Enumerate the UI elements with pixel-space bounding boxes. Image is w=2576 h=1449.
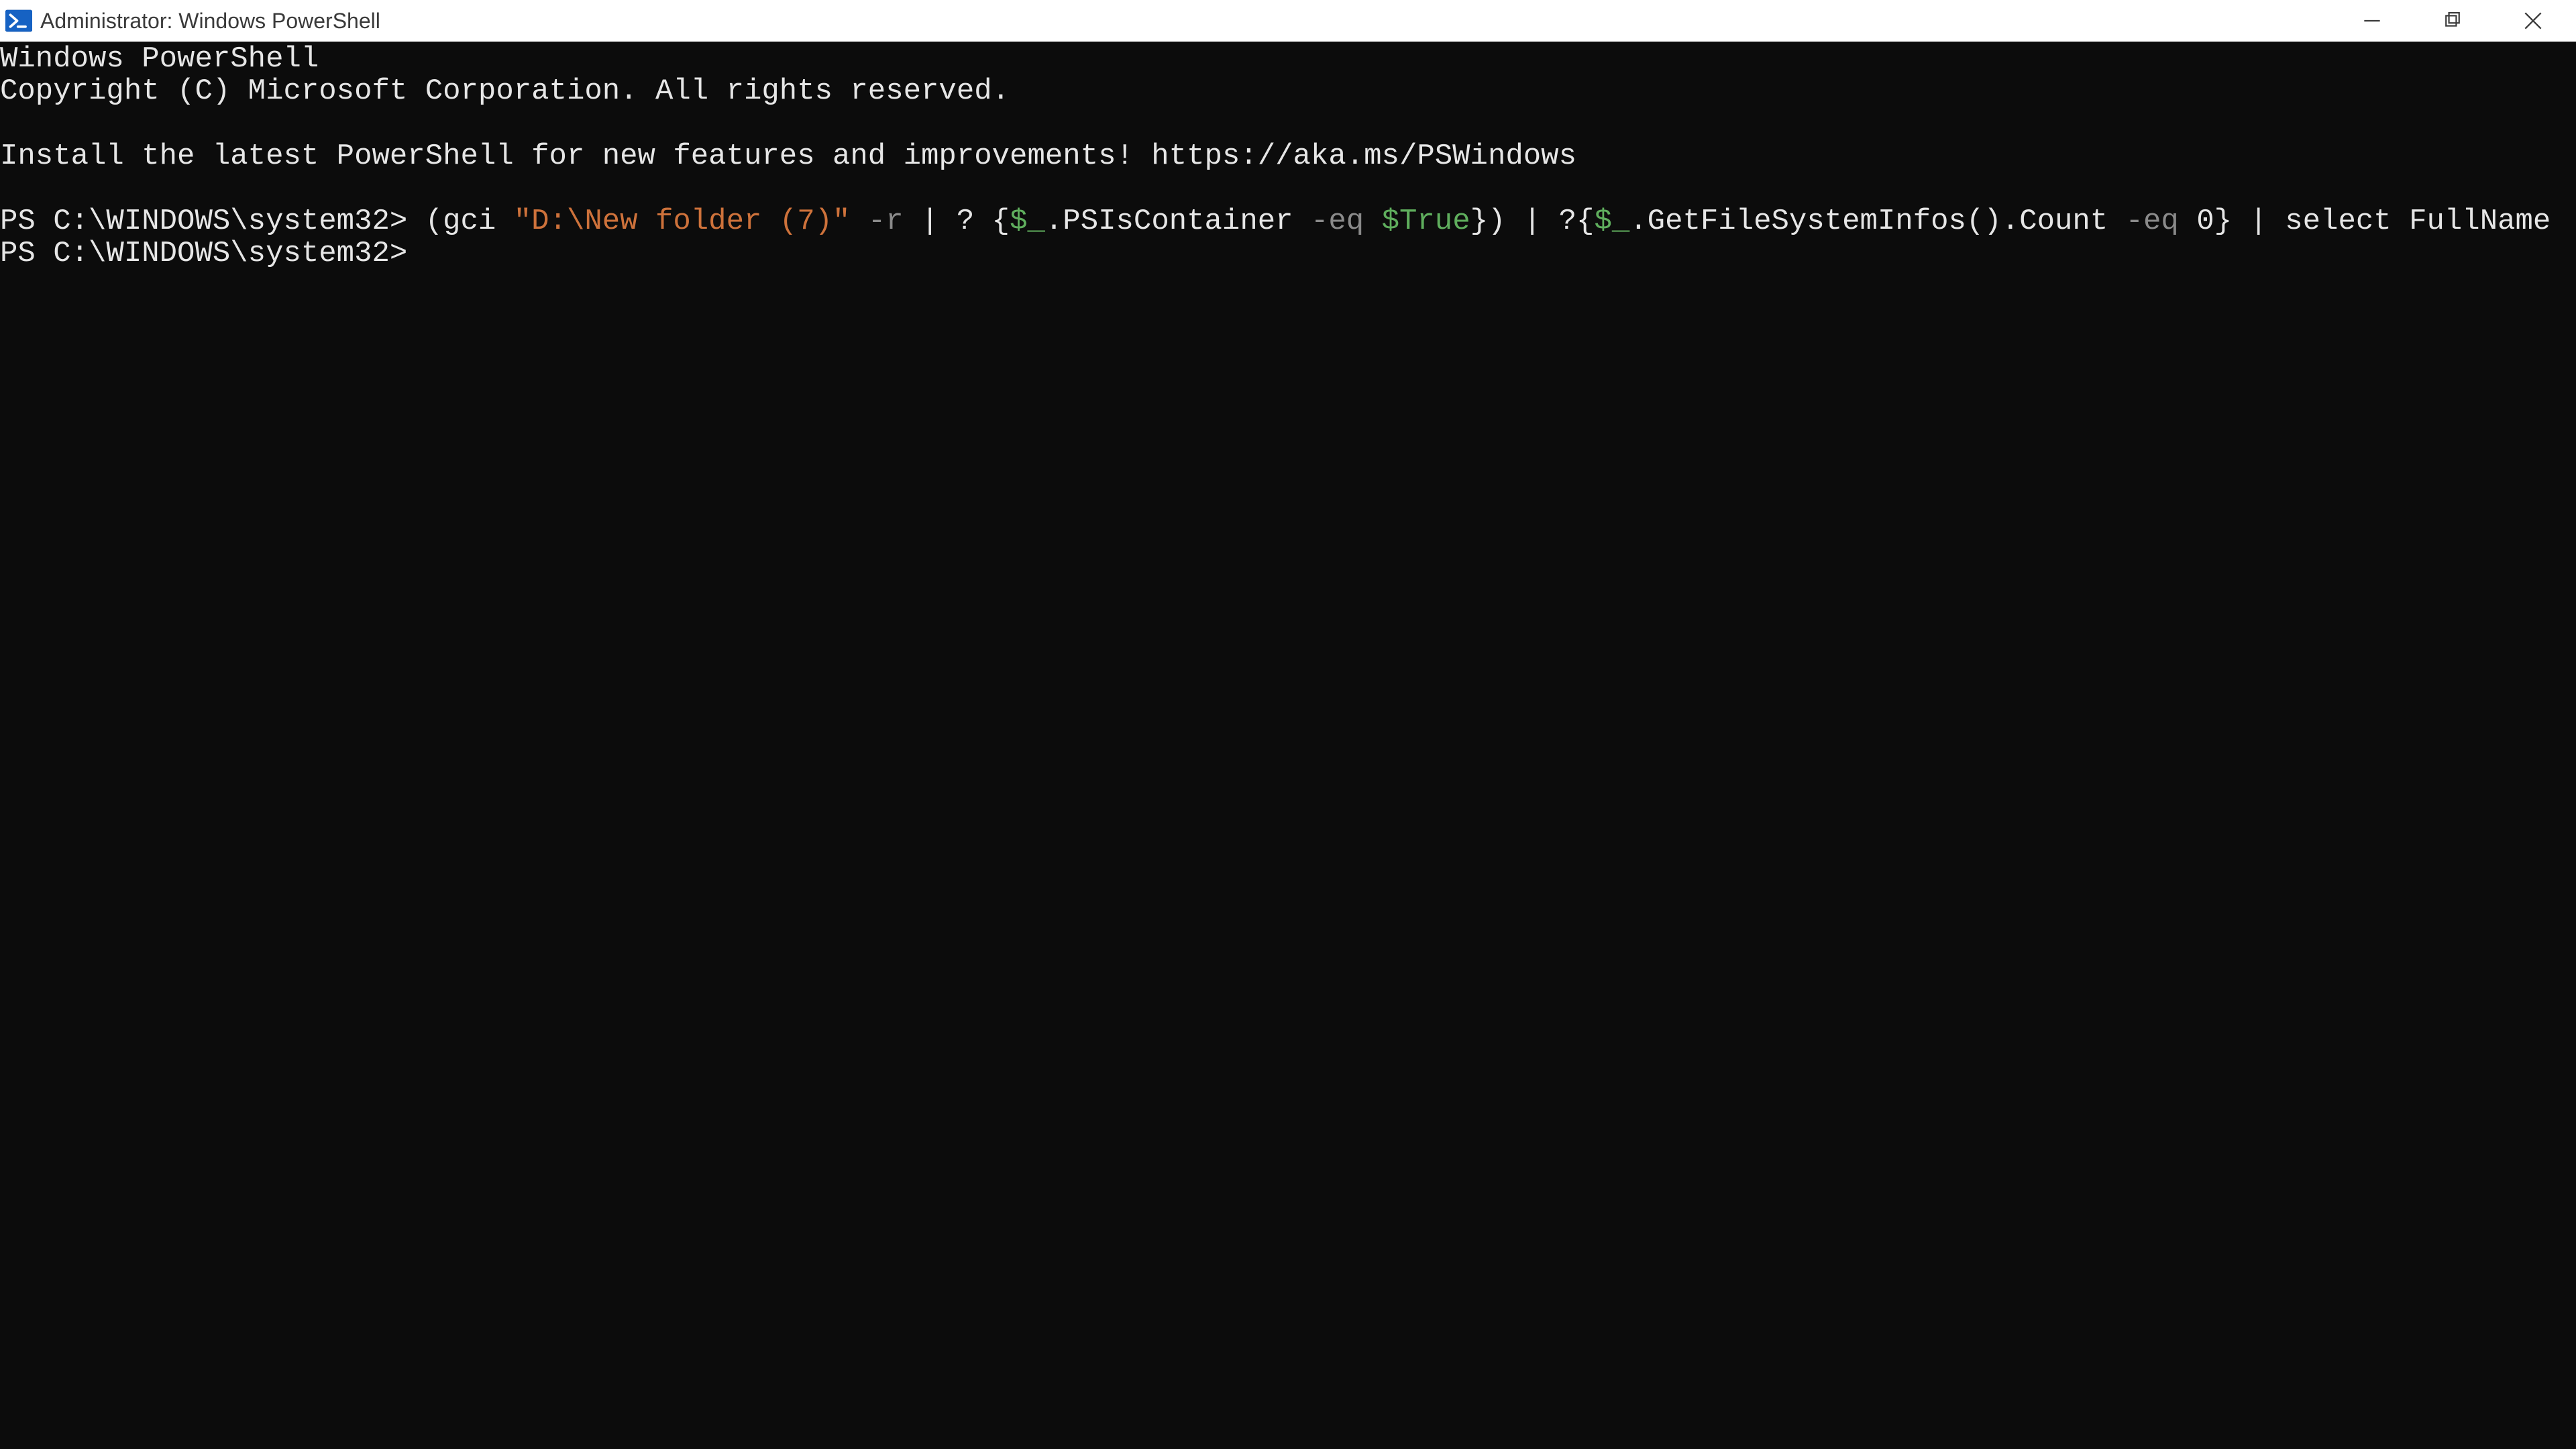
maximize-button[interactable] bbox=[2412, 0, 2493, 42]
titlebar[interactable]: Administrator: Windows PowerShell bbox=[0, 0, 2576, 42]
prompt-line: PS C:\WINDOWS\system32> bbox=[0, 237, 2576, 270]
prompt-text: PS C:\WINDOWS\system32> bbox=[0, 205, 425, 238]
banner-line: Windows PowerShell bbox=[0, 43, 2576, 75]
install-line: Install the latest PowerShell for new fe… bbox=[0, 140, 2576, 172]
powershell-window: Administrator: Windows PowerShell Window… bbox=[0, 0, 2576, 1449]
copyright-line: Copyright (C) Microsoft Corporation. All… bbox=[0, 75, 2576, 107]
close-button[interactable] bbox=[2493, 0, 2573, 42]
window-controls bbox=[2332, 0, 2573, 42]
window-title: Administrator: Windows PowerShell bbox=[40, 9, 2332, 34]
blank-line bbox=[0, 108, 2576, 140]
powershell-icon bbox=[4, 6, 34, 36]
terminal-output[interactable]: Windows PowerShellCopyright (C) Microsof… bbox=[0, 42, 2576, 1449]
terminal-area: Windows PowerShellCopyright (C) Microsof… bbox=[0, 42, 2576, 1449]
blank-line bbox=[0, 173, 2576, 205]
minimize-button[interactable] bbox=[2332, 0, 2412, 42]
prompt-text: PS C:\WINDOWS\system32> bbox=[0, 237, 407, 270]
command-line: PS C:\WINDOWS\system32> (gci "D:\New fol… bbox=[0, 205, 2576, 237]
